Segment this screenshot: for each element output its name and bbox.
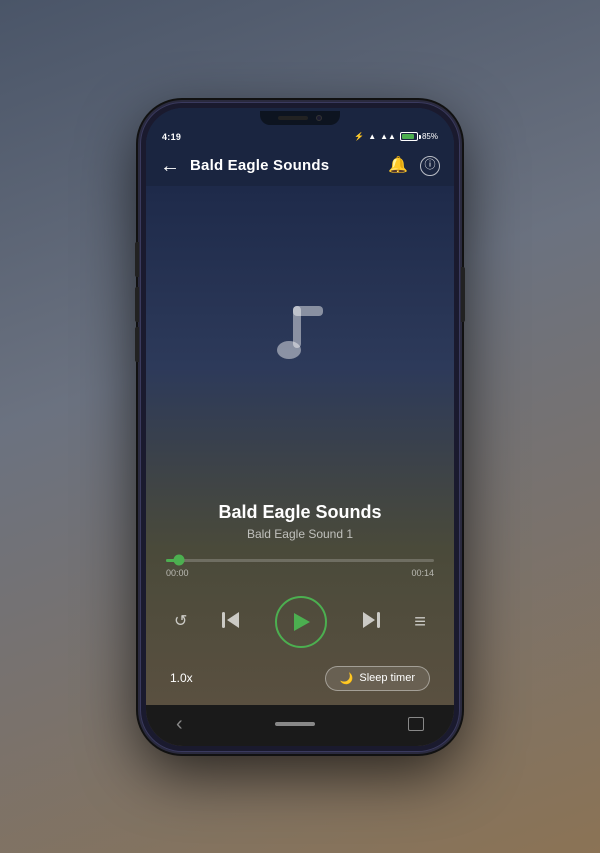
battery-percent: 85%	[422, 132, 438, 141]
track-title: Bald Eagle Sounds	[218, 502, 381, 523]
bell-icon[interactable]: 🔔	[388, 158, 408, 174]
nav-home-bar[interactable]	[275, 722, 315, 726]
bottom-nav: ‹	[146, 705, 454, 746]
info-icon[interactable]: ⓘ	[420, 156, 440, 176]
status-time: 4:19	[162, 132, 181, 142]
playlist-button[interactable]: ≡	[414, 612, 426, 632]
notch	[260, 111, 340, 125]
speaker	[278, 116, 308, 120]
play-button[interactable]	[275, 596, 327, 648]
app-bar: ← Bald Eagle Sounds 🔔 ⓘ	[146, 146, 454, 186]
next-button[interactable]	[360, 609, 382, 634]
app-bar-right: 🔔 ⓘ	[388, 156, 440, 176]
bluetooth-icon: ⚡	[354, 132, 364, 141]
phone-screen: 4:19 ⚡ ▲ ▲▲ 85% ← Bald Eagle Sounds 🔔 ⓘ	[146, 108, 454, 746]
app-bar-left: ← Bald Eagle Sounds	[160, 156, 329, 176]
bottom-controls: 1.0x 🌙 Sleep timer	[166, 666, 434, 691]
nav-back-button[interactable]: ‹	[176, 713, 183, 736]
signal-icon: ▲▲	[380, 132, 396, 141]
camera	[316, 115, 322, 121]
battery-fill	[402, 134, 414, 139]
phone-frame: 4:19 ⚡ ▲ ▲▲ 85% ← Bald Eagle Sounds 🔔 ⓘ	[140, 102, 460, 752]
back-button[interactable]: ←	[160, 156, 180, 176]
status-bar: 4:19 ⚡ ▲ ▲▲ 85%	[146, 126, 454, 146]
progress-bar[interactable]	[166, 559, 434, 562]
album-art-area	[265, 186, 335, 502]
progress-times: 00:00 00:14	[166, 568, 434, 578]
total-time: 00:14	[411, 568, 434, 578]
music-note-icon	[265, 298, 335, 389]
shuffle-button[interactable]: ↺	[174, 614, 187, 630]
notch-area	[146, 108, 454, 126]
battery-icon	[400, 132, 418, 141]
prev-button[interactable]	[220, 609, 242, 634]
current-time: 00:00	[166, 568, 189, 578]
moon-icon: 🌙	[340, 672, 354, 685]
main-content: Bald Eagle Sounds Bald Eagle Sound 1 00:…	[146, 186, 454, 705]
status-icons: ⚡ ▲ ▲▲ 85%	[354, 132, 438, 141]
speed-label[interactable]: 1.0x	[170, 671, 193, 685]
play-icon	[294, 613, 310, 631]
progress-thumb[interactable]	[174, 555, 185, 566]
sleep-timer-button[interactable]: 🌙 Sleep timer	[325, 666, 430, 691]
progress-area: 00:00 00:14	[166, 559, 434, 578]
playback-controls: ↺ ≡	[166, 596, 434, 648]
track-info: Bald Eagle Sounds Bald Eagle Sound 1	[218, 502, 381, 541]
sleep-timer-label: Sleep timer	[359, 672, 415, 684]
app-title: Bald Eagle Sounds	[190, 157, 329, 174]
nav-recents-button[interactable]	[408, 717, 424, 731]
wifi-icon: ▲	[368, 132, 376, 141]
track-subtitle: Bald Eagle Sound 1	[218, 527, 381, 541]
